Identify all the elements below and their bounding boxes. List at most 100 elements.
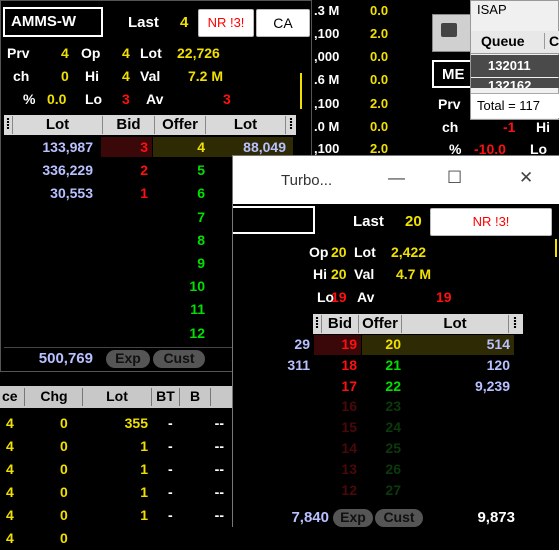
maximize-icon[interactable]: ☐	[447, 168, 462, 188]
stock-code-box[interactable]	[233, 206, 315, 234]
bid-price: 17	[341, 377, 357, 394]
turbo-title-bar[interactable]: Turbo... — ☐ ✕	[233, 156, 559, 204]
left-handle[interactable]: ⁞	[313, 315, 322, 333]
bid-lot: 133,987	[42, 139, 93, 155]
me-window-icon[interactable]	[432, 14, 474, 52]
pct-label: %	[23, 91, 36, 107]
trade-table-header: ce Chg Lot BT B	[0, 386, 232, 408]
bg-lot: ,100	[314, 141, 340, 156]
lot-label: Lot	[140, 45, 162, 61]
prv-value: 4	[61, 45, 69, 61]
orderbook-totals: 7,840 Exp Cust 9,873	[233, 508, 559, 528]
col-offer[interactable]: Offer	[359, 315, 402, 333]
isap-row[interactable]: 132162	[471, 78, 559, 88]
nr-button[interactable]: NR !3!	[198, 9, 254, 37]
last-label: Last	[353, 213, 384, 230]
orderbook-row[interactable]: 14 25	[233, 440, 533, 460]
orderbook-row[interactable]: 17 22 9,239	[233, 378, 533, 398]
bg-lot: ,100	[314, 96, 340, 111]
total-offer-lot: 9,873	[477, 509, 515, 526]
isap-row[interactable]: 132011	[471, 55, 559, 77]
price-range-bar	[300, 73, 302, 109]
bg-change: 2.0	[370, 141, 389, 156]
trade-bt: -	[168, 415, 173, 431]
col-bid[interactable]: Bid	[103, 116, 155, 134]
stock-code-box[interactable]: AMMS-W	[3, 7, 103, 37]
val-value: 7.2 M	[188, 68, 224, 84]
right-handle[interactable]: ⁞	[286, 116, 296, 134]
offer-price: 25	[385, 440, 401, 456]
trade-bt: -	[168, 484, 173, 500]
right-handle[interactable]: ⁞	[509, 315, 521, 333]
turbo-orderbook-window[interactable]: Turbo... — ☐ ✕ Last 20 NR !3! Op 20 Lot …	[232, 155, 559, 528]
col-bid[interactable]: Bid	[322, 315, 359, 333]
me-code-box[interactable]: ME	[432, 60, 474, 88]
trade-row[interactable]: 4 0 1- --	[0, 461, 232, 481]
trade-row[interactable]: 4 0 1- --	[0, 507, 232, 527]
trade-row[interactable]: 4 0 1- --	[0, 484, 232, 504]
orderbook-row[interactable]: 29 19 20 514	[233, 336, 533, 356]
col-bt[interactable]: BT	[152, 388, 180, 406]
window-title: Turbo...	[281, 172, 333, 189]
exp-button[interactable]: Exp	[333, 509, 373, 527]
hi-label: Hi	[313, 266, 327, 282]
bid-price: 19	[341, 336, 357, 352]
exp-button[interactable]: Exp	[106, 350, 150, 368]
lo-label: Lo	[85, 91, 103, 107]
offer-price: 8	[197, 231, 205, 248]
offer-lot: 120	[486, 356, 510, 373]
isap-col-next: C	[544, 33, 559, 49]
isap-window[interactable]: ISAP Queue C 132011 132162 Total = 117	[470, 0, 559, 120]
col-price[interactable]: ce	[0, 388, 25, 406]
trade-row[interactable]: 4 0 355- --	[0, 415, 232, 435]
bid-price: 15	[341, 419, 357, 436]
orderbook-header: ⁞ Bid Offer Lot ⁞	[313, 314, 523, 334]
ch-value: 0	[61, 68, 69, 84]
orderbook-row[interactable]: 311 18 21 120	[233, 357, 533, 377]
orderbook-row[interactable]: 13 26	[233, 461, 533, 481]
offer-price: 10	[189, 278, 205, 295]
op-label: Op	[81, 45, 101, 61]
cust-button[interactable]: Cust	[375, 509, 423, 527]
col-b[interactable]: B	[180, 388, 211, 406]
close-icon[interactable]: ✕	[519, 168, 533, 188]
orderbook-row[interactable]: 16 23	[233, 398, 533, 418]
offer-price: 11	[190, 301, 205, 318]
offer-lot: 9,239	[474, 377, 510, 394]
val-label: Val	[140, 68, 161, 84]
ca-button[interactable]: CA	[256, 9, 310, 37]
total-bid-lot: 500,769	[38, 350, 93, 367]
bg-change: 0.0	[370, 72, 389, 87]
bid-price: 16	[341, 398, 357, 415]
col-lot[interactable]: Lot	[83, 388, 152, 406]
col-offer-lot[interactable]: Lot	[206, 116, 286, 134]
col-bid-lot[interactable]: Lot	[13, 116, 103, 134]
isap-header: Queue C	[471, 31, 559, 54]
col-offer[interactable]: Offer	[155, 116, 206, 134]
me-prv-label: Prv	[438, 96, 461, 112]
trade-change: 0	[60, 484, 68, 500]
col-offer-lot[interactable]: Lot	[402, 315, 509, 333]
lot-label: Lot	[354, 244, 376, 260]
nr-button[interactable]: NR !3!	[430, 208, 552, 236]
orderbook-row[interactable]: 12 27	[233, 482, 533, 502]
trade-price: 4	[6, 415, 14, 431]
cust-button[interactable]: Cust	[153, 350, 205, 368]
col-chg[interactable]: Chg	[26, 388, 83, 406]
bid-price: 12	[341, 481, 357, 498]
av-value: 3	[223, 91, 231, 107]
trade-b: --	[214, 438, 224, 454]
op-label: Op	[309, 244, 329, 260]
trade-b: --	[214, 415, 224, 431]
orderbook-row[interactable]: 15 24	[233, 419, 533, 439]
trade-row[interactable]: 4 0 1- --	[0, 438, 232, 458]
trade-row[interactable]: 40	[0, 530, 232, 550]
offer-price: 27	[385, 481, 401, 498]
offer-price: 20	[385, 336, 401, 352]
offer-lot: 88,049	[243, 139, 286, 155]
minimize-icon[interactable]: —	[388, 168, 405, 188]
bg-change: 0.0	[370, 49, 389, 64]
bg-change: 2.0	[370, 96, 389, 111]
bid-price: 14	[341, 440, 357, 456]
left-handle[interactable]: ⁞	[4, 116, 13, 134]
